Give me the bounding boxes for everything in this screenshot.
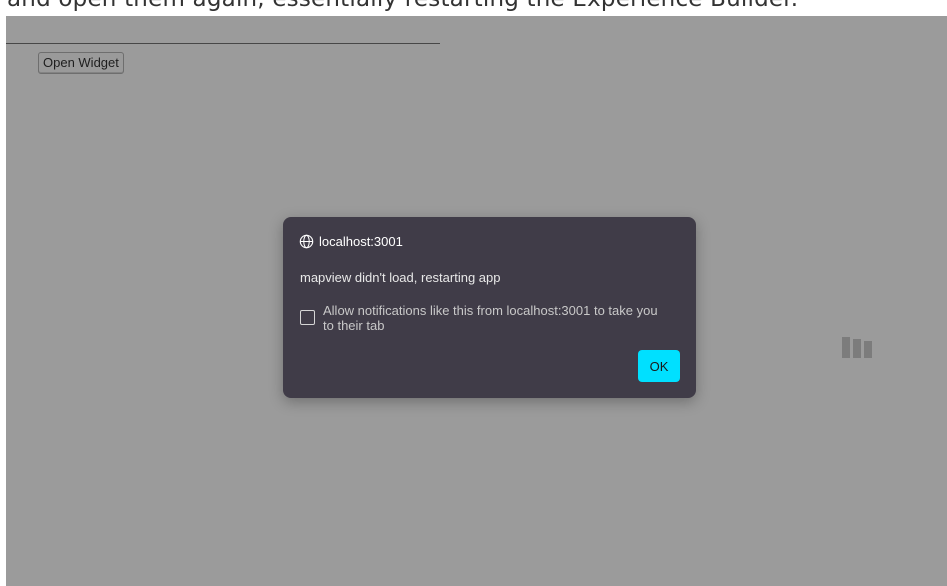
notify-option[interactable]: Allow notifications like this from local… — [300, 303, 670, 333]
caption-strip: and open them again, essentially restart… — [0, 0, 947, 16]
origin-label: localhost:3001 — [319, 234, 403, 249]
notify-checkbox[interactable] — [300, 310, 315, 325]
loading-bars-icon — [842, 337, 872, 358]
loading-bar — [842, 337, 850, 358]
globe-icon — [299, 234, 314, 249]
divider — [6, 43, 440, 44]
loading-bar — [864, 341, 872, 358]
dialog-origin: localhost:3001 — [299, 234, 403, 249]
ok-button[interactable]: OK — [638, 350, 680, 382]
page-caption: and open them again, essentially restart… — [7, 0, 798, 12]
alert-dialog: localhost:3001 mapview didn't load, rest… — [283, 217, 696, 398]
dialog-message: mapview didn't load, restarting app — [300, 270, 501, 285]
loading-bar — [853, 339, 861, 358]
open-widget-button[interactable]: Open Widget — [38, 52, 124, 74]
notify-label[interactable]: Allow notifications like this from local… — [323, 303, 670, 333]
